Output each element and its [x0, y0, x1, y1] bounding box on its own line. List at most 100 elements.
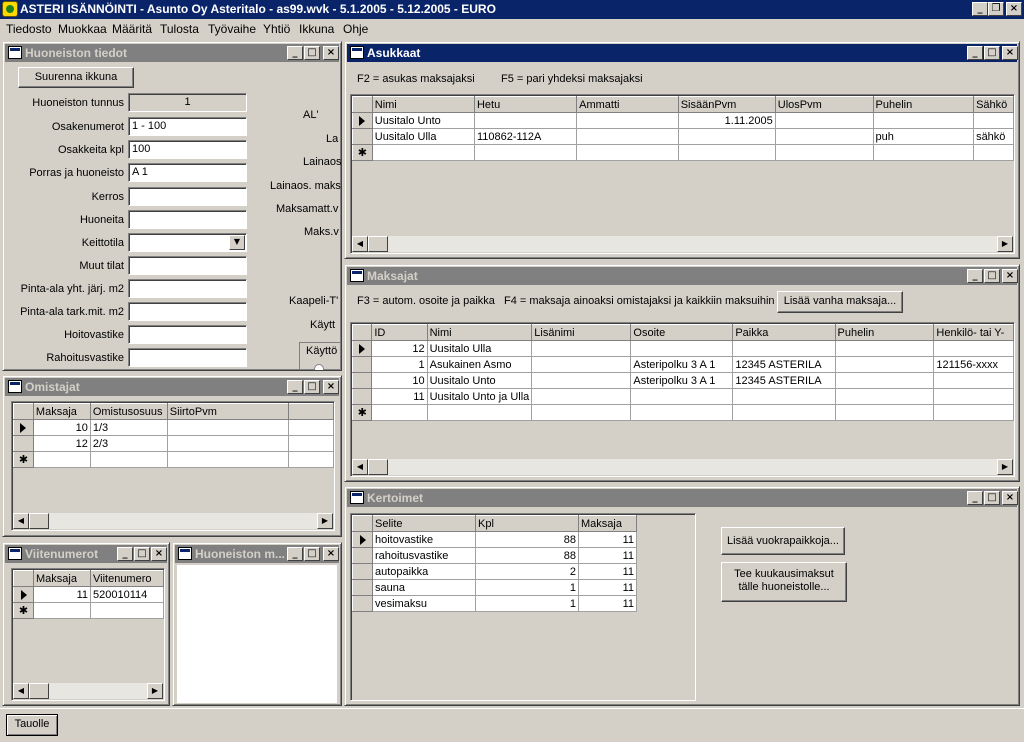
- cell[interactable]: [834, 356, 935, 373]
- cell[interactable]: [774, 112, 874, 129]
- new-row[interactable]: ✱: [13, 602, 164, 619]
- maximize-icon[interactable]: □: [984, 269, 1000, 283]
- menu-ohje[interactable]: Ohje: [343, 22, 368, 36]
- cell[interactable]: [371, 404, 428, 421]
- osakkeita-field[interactable]: 100: [128, 140, 247, 159]
- cell[interactable]: Asteripolku 3 A 1: [630, 372, 734, 389]
- row-selector[interactable]: [352, 547, 373, 564]
- column-header[interactable]: Maksaja: [33, 570, 91, 587]
- cell[interactable]: [531, 404, 632, 421]
- table-row[interactable]: autopaikka 2 11: [352, 563, 637, 580]
- table-row[interactable]: vesimaksu 1 11: [352, 595, 637, 612]
- cell[interactable]: 88: [475, 547, 579, 564]
- column-header[interactable]: Viitenumero: [90, 570, 164, 587]
- row-selector[interactable]: [351, 372, 373, 389]
- cell[interactable]: 11: [578, 547, 637, 564]
- cell[interactable]: [834, 372, 935, 389]
- cell[interactable]: [732, 388, 836, 405]
- current-row-arrow-icon[interactable]: [351, 340, 373, 357]
- cell[interactable]: [576, 112, 679, 129]
- column-header[interactable]: ID: [371, 324, 428, 341]
- cell[interactable]: [834, 340, 935, 357]
- cell[interactable]: [531, 388, 632, 405]
- menu-ikkuna[interactable]: Ikkuna: [299, 22, 334, 36]
- huoneiston-tiedot-titlebar[interactable]: Huoneiston tiedot _ □ ×: [5, 44, 339, 62]
- close-icon[interactable]: ×: [1002, 269, 1018, 283]
- restore-icon[interactable]: ❐: [988, 2, 1004, 16]
- table-row[interactable]: Uusitalo Unto 1.11.2005: [352, 112, 1014, 129]
- new-row[interactable]: ✱: [13, 451, 334, 468]
- column-header[interactable]: UlosPvm: [774, 96, 874, 113]
- table-row[interactable]: 10 Uusitalo Unto Asteripolku 3 A 1 12345…: [351, 372, 1014, 389]
- maximize-icon[interactable]: □: [134, 547, 150, 561]
- create-monthly-charges-button[interactable]: Tee kuukausimaksut tälle huoneistolle...: [721, 562, 847, 602]
- cell[interactable]: [834, 404, 935, 421]
- cell[interactable]: [774, 144, 874, 161]
- new-row[interactable]: ✱: [352, 144, 1014, 161]
- horizontal-scrollbar[interactable]: ◀ ▶: [13, 513, 333, 529]
- minimize-icon[interactable]: _: [967, 491, 983, 505]
- cell[interactable]: [933, 388, 1014, 405]
- cell[interactable]: 12: [32, 435, 91, 452]
- pinta-ala-yht-field[interactable]: [128, 279, 247, 298]
- add-rental-spaces-button[interactable]: Lisää vuokrapaikkoja...: [721, 527, 845, 555]
- close-icon[interactable]: ×: [323, 46, 339, 60]
- cell[interactable]: 10: [32, 419, 91, 436]
- cell[interactable]: Uusitalo Ulla: [371, 128, 475, 145]
- pinta-ala-tark-field[interactable]: [128, 302, 247, 321]
- hoitovastike-field[interactable]: [128, 325, 247, 344]
- minimize-icon[interactable]: _: [117, 547, 133, 561]
- cell[interactable]: [933, 372, 1014, 389]
- cell[interactable]: Uusitalo Unto ja Ulla: [426, 388, 533, 405]
- cell[interactable]: [732, 404, 836, 421]
- scroll-left-icon[interactable]: ◀: [13, 513, 29, 529]
- cell[interactable]: 11: [33, 586, 91, 603]
- minimize-icon[interactable]: _: [287, 380, 303, 394]
- cell[interactable]: [732, 340, 836, 357]
- new-row-asterisk-icon[interactable]: ✱: [352, 144, 373, 161]
- horizontal-scrollbar[interactable]: ◀ ▶: [352, 236, 1013, 252]
- current-row-arrow-icon[interactable]: [352, 531, 373, 548]
- menu-yhtio[interactable]: Yhtiö: [263, 22, 290, 36]
- scroll-right-icon[interactable]: ▶: [317, 513, 333, 529]
- minimize-icon[interactable]: _: [972, 2, 988, 16]
- column-header[interactable]: Paikka: [732, 324, 836, 341]
- column-header[interactable]: Puhelin: [834, 324, 935, 341]
- cell[interactable]: 2: [475, 563, 579, 580]
- cell[interactable]: 11: [371, 388, 428, 405]
- cell[interactable]: 1: [475, 579, 579, 596]
- row-selector[interactable]: [351, 356, 373, 373]
- cell[interactable]: [630, 340, 734, 357]
- close-icon[interactable]: ×: [151, 547, 167, 561]
- close-icon[interactable]: ×: [1002, 46, 1018, 60]
- column-header[interactable]: Kpl: [475, 515, 579, 532]
- column-header[interactable]: Henkilö- tai Y-: [933, 324, 1014, 341]
- porras-field[interactable]: A 1: [128, 163, 247, 182]
- cell[interactable]: 520010114: [90, 586, 164, 603]
- cell[interactable]: sähkö: [973, 128, 1014, 145]
- menu-maarita[interactable]: Määritä: [112, 22, 152, 36]
- scroll-left-icon[interactable]: ◀: [13, 683, 29, 699]
- cell[interactable]: [33, 602, 91, 619]
- maximize-icon[interactable]: □: [984, 491, 1000, 505]
- cell[interactable]: [531, 356, 632, 373]
- viitenumerot-titlebar[interactable]: Viitenumerot _ □ ×: [5, 545, 167, 563]
- tauolle-button[interactable]: Tauolle: [6, 714, 58, 736]
- cell[interactable]: [166, 419, 290, 436]
- cell[interactable]: [32, 451, 91, 468]
- cell[interactable]: 11: [578, 563, 637, 580]
- cell[interactable]: [933, 340, 1014, 357]
- table-row[interactable]: 11 520010114: [13, 586, 164, 603]
- table-row[interactable]: Uusitalo Ulla 110862-112A puh sähkö: [352, 128, 1014, 145]
- cell[interactable]: [677, 144, 776, 161]
- column-header[interactable]: Maksaja: [32, 403, 91, 420]
- column-header[interactable]: Ammatti: [576, 96, 679, 113]
- kerros-field[interactable]: [128, 187, 247, 206]
- cell[interactable]: 1/3: [89, 419, 168, 436]
- column-header[interactable]: Lisänimi: [531, 324, 632, 341]
- column-header[interactable]: Nimi: [426, 324, 533, 341]
- cell[interactable]: [630, 404, 734, 421]
- close-icon[interactable]: ×: [1002, 491, 1018, 505]
- row-selector[interactable]: [351, 388, 373, 405]
- table-row[interactable]: hoitovastike 88 11: [352, 531, 637, 548]
